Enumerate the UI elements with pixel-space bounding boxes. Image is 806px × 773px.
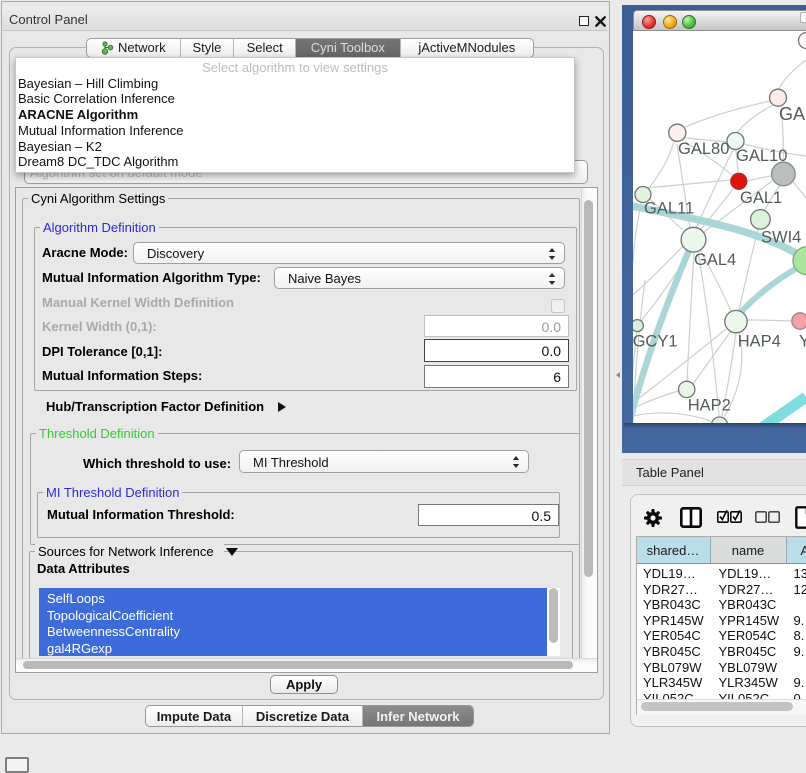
- svg-text:GAL4: GAL4: [694, 251, 736, 269]
- svg-text:GAL80: GAL80: [678, 140, 729, 158]
- svg-text:YE: YE: [799, 333, 806, 351]
- svg-text:GAL1: GAL1: [740, 189, 782, 207]
- svg-text:GAL11: GAL11: [644, 200, 694, 218]
- svg-text:GAL7: GAL7: [779, 104, 806, 124]
- svg-text:HAP2: HAP2: [688, 397, 731, 415]
- svg-text:GAL10: GAL10: [736, 147, 787, 165]
- svg-text:HAP4: HAP4: [738, 333, 781, 351]
- svg-text:GCY1: GCY1: [633, 333, 678, 351]
- svg-text:SWI4: SWI4: [761, 229, 801, 247]
